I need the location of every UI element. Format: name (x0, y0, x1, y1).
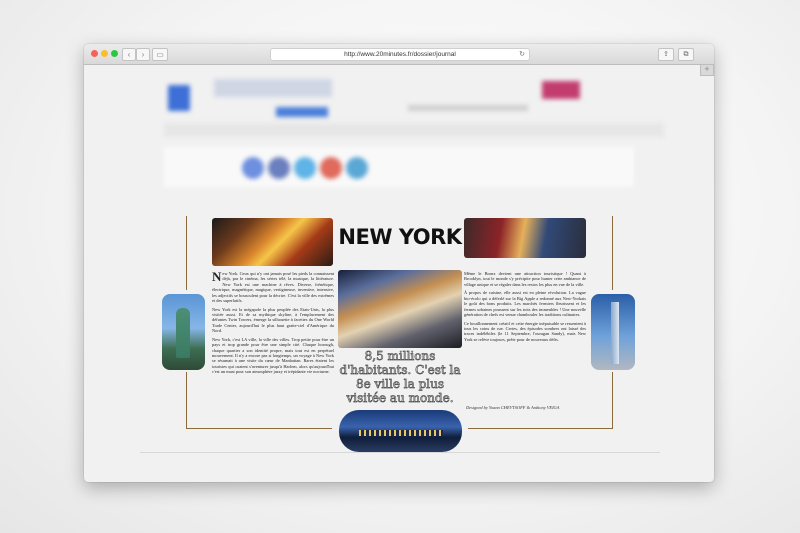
left-paragraph-3: New York, c'est LA ville, la ville des v… (212, 336, 334, 375)
article-right-column: Même le Bronx devient une attraction tou… (464, 271, 586, 345)
blurred-site-header (84, 65, 714, 187)
share-twitter-icon (294, 157, 316, 179)
times-square-crowd-photo (338, 270, 462, 348)
times-square-night-photo (464, 218, 586, 258)
share-googleplus-icon (320, 157, 342, 179)
header-button (276, 107, 328, 117)
frame-line-left-top (186, 216, 187, 290)
brooklyn-bridge-night-photo (339, 410, 462, 452)
page-title: NEW YORK (338, 225, 462, 249)
newspaper-page: NEW YORK New York. Ceux qui n'y ont jama… (84, 196, 714, 452)
tower-figure (611, 302, 619, 364)
left-paragraph-2: New York est la mégapole la plus peuplée… (212, 306, 334, 334)
share-icon[interactable]: ⇪ (658, 48, 674, 61)
address-bar[interactable]: http://www.20minutes.fr/dossier/journal … (270, 48, 530, 61)
right-paragraph-2: À propos de cuisine, elle aussi est en p… (464, 290, 586, 318)
back-button[interactable]: ‹ (122, 48, 136, 61)
frame-line-bottom-left (186, 428, 332, 429)
minimize-window-button[interactable] (101, 50, 108, 57)
one-world-trade-center-photo (591, 294, 635, 370)
zoom-window-button[interactable] (111, 50, 118, 57)
header-subscribe-button (542, 81, 580, 99)
right-paragraph-1: Même le Bronx devient une attraction tou… (464, 271, 586, 287)
header-search (408, 105, 528, 111)
times-square-traffic-photo (212, 218, 333, 266)
right-paragraph-3: Ce bouillonnement créatif et cette énerg… (464, 320, 586, 342)
browser-toolbar: ‹ › ▭ http://www.20minutes.fr/dossier/jo… (84, 44, 714, 65)
section-header-box (164, 147, 634, 187)
forward-button[interactable]: › (136, 48, 150, 61)
design-credit: Designed by Yoann CHEVTSOFF & Anthony VE… (466, 405, 560, 410)
header-banner (214, 79, 332, 97)
site-navigation (164, 123, 664, 137)
city-lights (359, 430, 443, 436)
left-paragraph-1: ew York. Ceux qui n'y ont jamais posé le… (212, 271, 334, 304)
share-facebook-icon (242, 157, 264, 179)
statue-figure (176, 308, 190, 358)
site-logo (168, 85, 190, 111)
frame-line-left-bottom (186, 372, 187, 428)
share-mail-icon (346, 157, 368, 179)
frame-line-right-bottom (612, 372, 613, 428)
frame-line-bottom-right (468, 428, 613, 429)
address-bar-url: http://www.20minutes.fr/dossier/journal (344, 51, 456, 58)
browser-window: ‹ › ▭ http://www.20minutes.fr/dossier/jo… (84, 44, 714, 482)
pull-quote: 8,5 millions d'habitants. C'est la 8e vi… (339, 349, 461, 406)
page-bottom-rule (140, 452, 660, 453)
article-left-column: New York. Ceux qui n'y ont jamais posé l… (212, 269, 334, 378)
sidebar-icon[interactable]: ▭ (152, 48, 168, 61)
close-window-button[interactable] (91, 50, 98, 57)
share-linkedin-icon (268, 157, 290, 179)
statue-of-liberty-photo (162, 294, 205, 370)
show-tabs-icon[interactable]: ⧉ (678, 48, 694, 61)
drop-cap: N (212, 269, 222, 284)
frame-line-right-top (612, 216, 613, 290)
reload-icon[interactable]: ↻ (519, 49, 525, 60)
